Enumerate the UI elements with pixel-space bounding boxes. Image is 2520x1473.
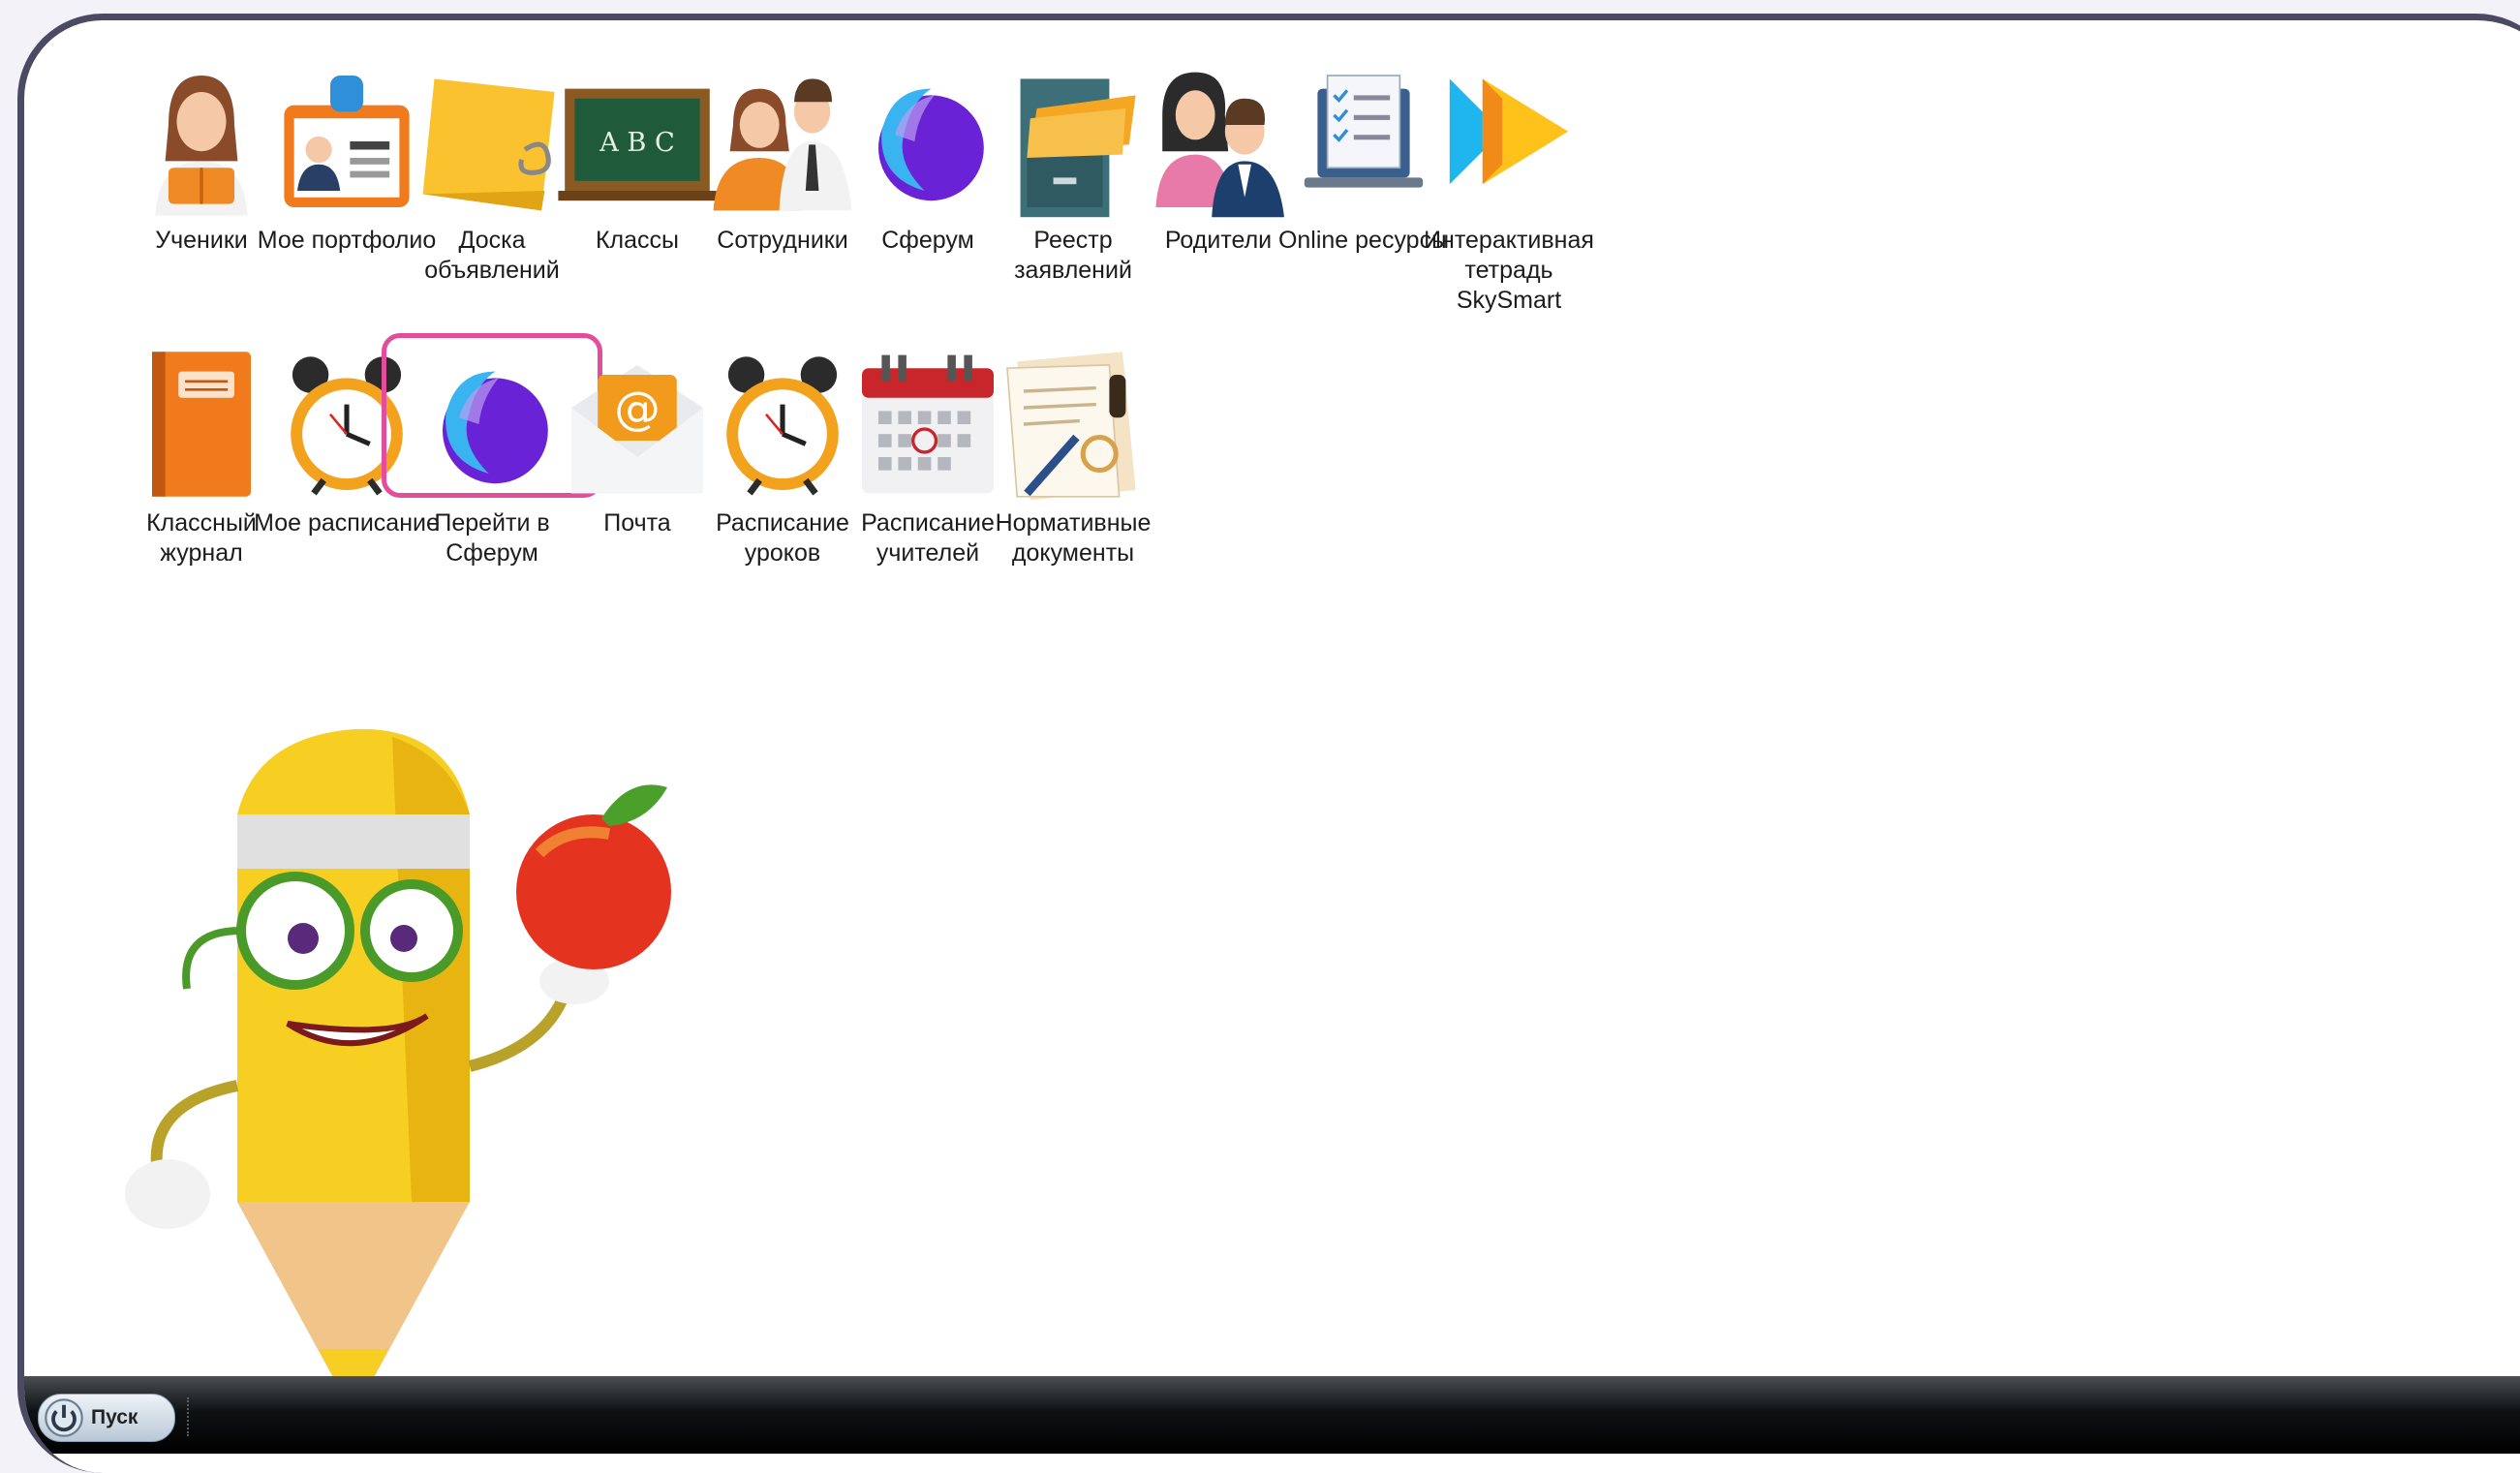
desktop-icon-skysmart[interactable]: Интерактивная тетрадь SkySmart: [1407, 59, 1611, 316]
skysmart-icon: [1449, 78, 1569, 185]
start-button[interactable]: Пуск: [38, 1394, 175, 1442]
desktop-icon-normative-docs[interactable]: Нормативные документы: [971, 342, 1175, 568]
icon-label: Интерактивная тетрадь SkySmart: [1424, 227, 1594, 314]
start-label: Пуск: [91, 1406, 138, 1428]
desktop: Ученики Мое портфолио Доска объявлений A…: [24, 20, 2520, 1473]
icon-label: Нормативные документы: [995, 509, 1152, 567]
pencil-mascot-image: [125, 728, 671, 1415]
svg-text:A B C: A B C: [599, 128, 675, 158]
power-icon: [45, 1398, 83, 1437]
taskbar-separator: [187, 1397, 191, 1436]
documents-stamp-icon: [1006, 352, 1136, 501]
taskbar: Пуск: [24, 1376, 2520, 1454]
window-frame: Ученики Мое портфолио Доска объявлений A…: [17, 14, 2520, 1473]
svg-text:@: @: [614, 383, 661, 436]
